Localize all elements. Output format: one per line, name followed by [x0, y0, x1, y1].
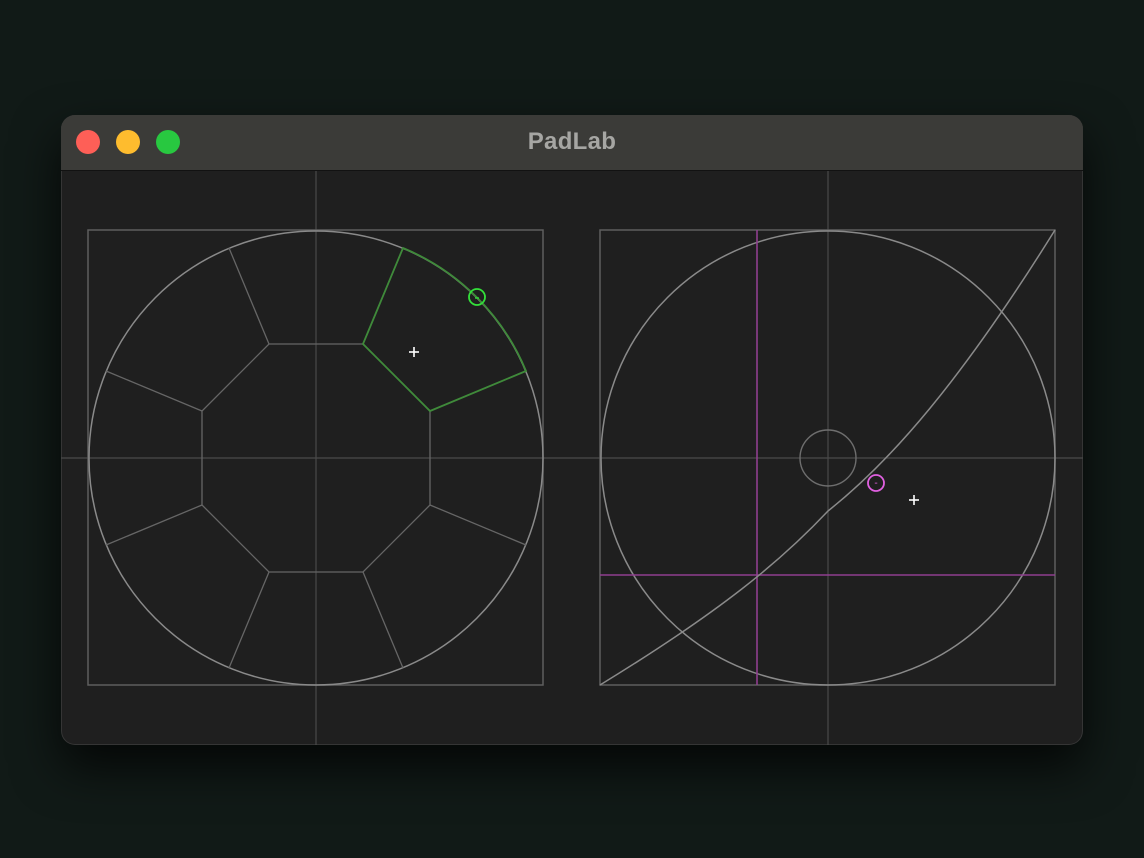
window-title: PadLab	[527, 128, 617, 155]
padlab-window: PadLab -	[61, 115, 1083, 745]
title-bar[interactable]: PadLab	[61, 115, 1083, 171]
right-crosshair-plus-icon	[909, 495, 919, 505]
magenta-ring-cursor-label: -	[874, 478, 877, 489]
left-crosshair-plus-icon	[409, 347, 419, 357]
pad-canvas[interactable]: -	[61, 171, 1083, 745]
left-pad-active-segment[interactable]	[361, 246, 528, 413]
